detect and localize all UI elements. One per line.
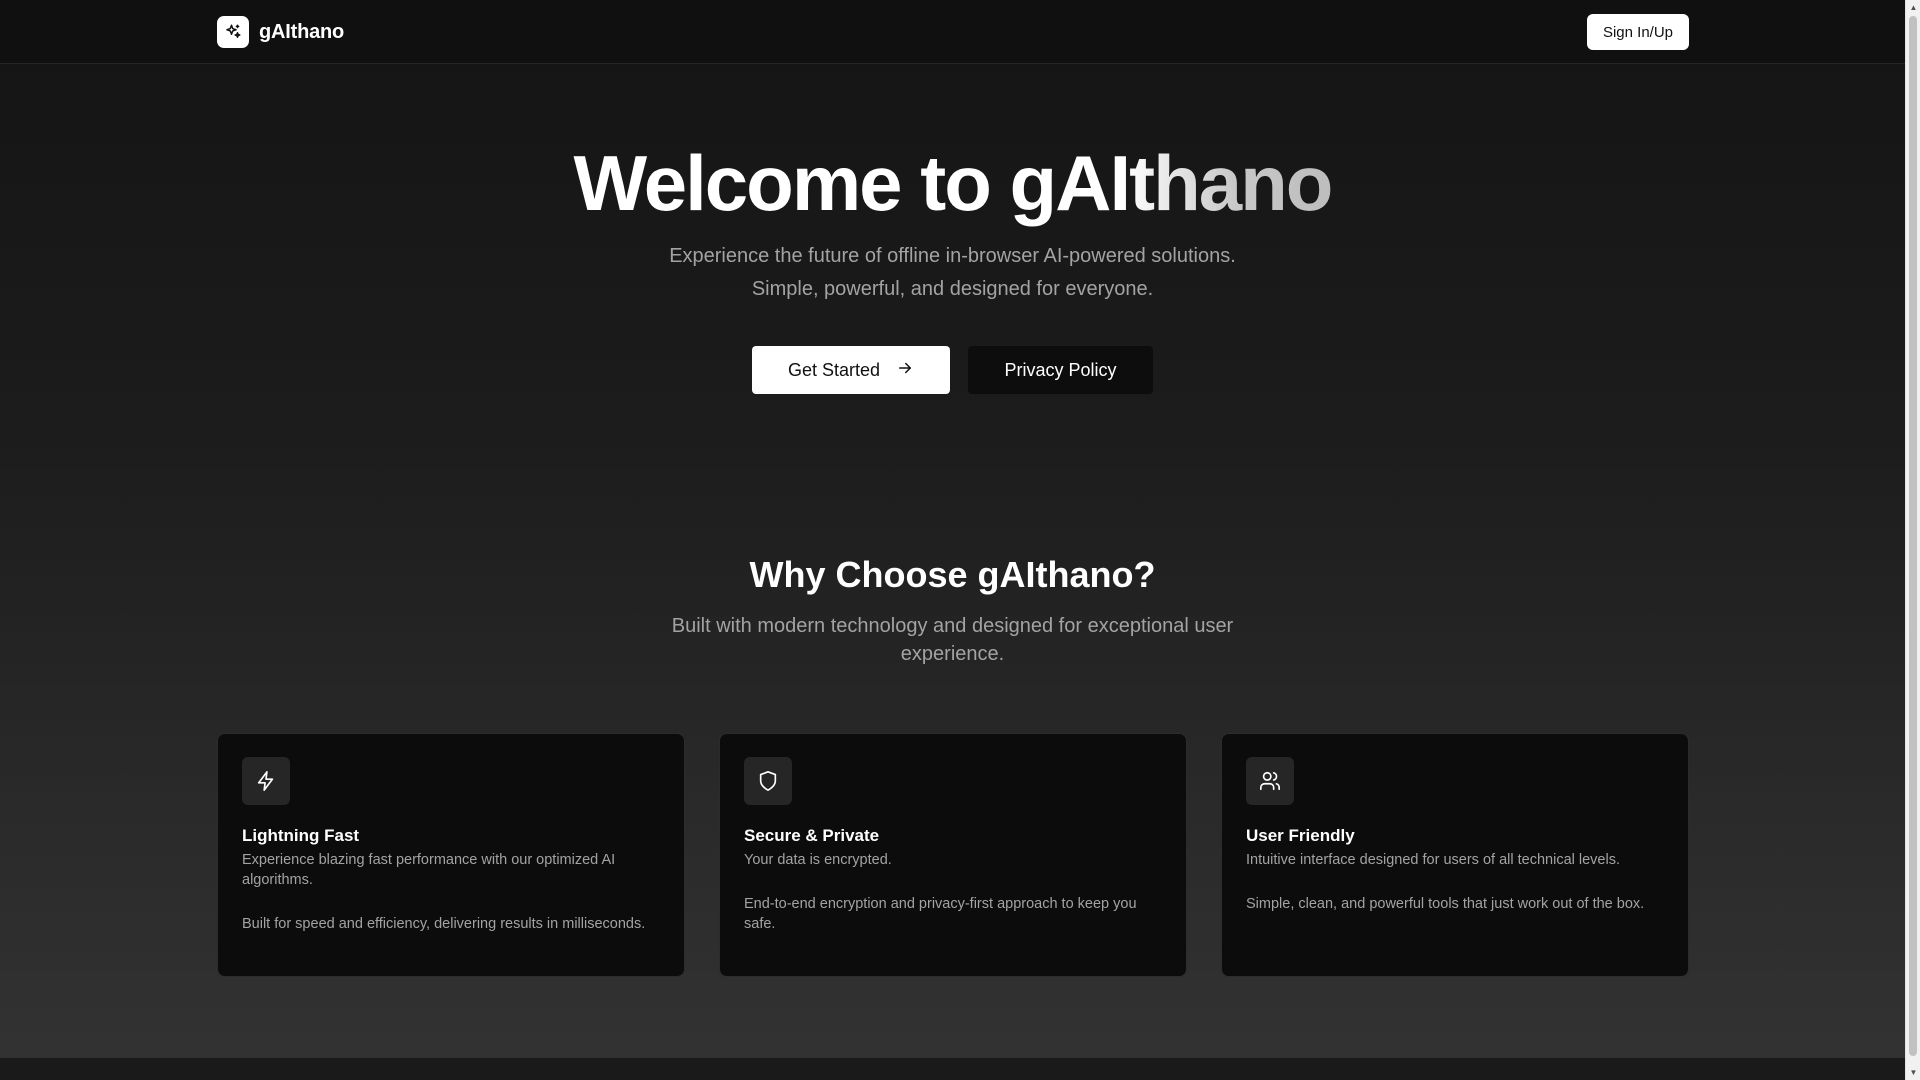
feature-title: Lightning Fast	[242, 826, 360, 845]
get-started-button[interactable]: Get Started	[752, 346, 950, 394]
sparkles-icon	[217, 16, 249, 48]
hero-subtitle: Experience the future of offline in-brow…	[0, 240, 1905, 306]
sign-in-up-button[interactable]: Sign In/Up	[1587, 14, 1689, 50]
feature-detail: Simple, clean, and powerful tools that j…	[1246, 896, 1645, 912]
scrollbar-thumb[interactable]	[1909, 16, 1917, 1056]
get-started-label: Get Started	[787, 359, 881, 380]
users-icon	[1246, 757, 1294, 805]
feature-card-user-friendly: User Friendly Intuitive interface design…	[1221, 733, 1689, 977]
scroll-down-icon[interactable]: ▼	[1906, 1065, 1920, 1080]
shield-icon	[744, 757, 792, 805]
scroll-up-icon[interactable]: ▲	[1906, 0, 1920, 15]
why-subtitle-line-1: Built with modern technology and designe…	[671, 615, 1234, 637]
brand[interactable]: gAIthano	[217, 16, 344, 48]
brand-name: gAIthano	[259, 20, 345, 43]
footer-band	[0, 1058, 1905, 1080]
feature-card-lightning-fast: Lightning Fast Experience blazing fast p…	[217, 733, 685, 977]
arrow-right-icon	[896, 359, 914, 382]
why-subtitle-line-2: experience.	[900, 643, 1005, 665]
feature-description: Experience blazing fast performance with…	[242, 852, 616, 888]
hero-title: Welcome to gAIthano	[0, 138, 1905, 228]
feature-card-secure-private: Secure & Private Your data is encrypted.…	[719, 733, 1187, 977]
why-section-title: Why Choose gAIthano?	[749, 554, 1156, 595]
why-section-subtitle: Built with modern technology and designe…	[0, 612, 1905, 668]
feature-title: Secure & Private	[744, 826, 880, 845]
feature-title: User Friendly	[1246, 826, 1355, 845]
top-navbar: gAIthano Sign In/Up	[0, 0, 1905, 64]
hero-subtitle-line-1: Experience the future of offline in-brow…	[669, 245, 1236, 267]
lightning-icon	[242, 757, 290, 805]
hero-subtitle-line-2: Simple, powerful, and designed for every…	[751, 278, 1154, 300]
hero-title-brand: gAIthano	[1009, 139, 1334, 227]
feature-description: Your data is encrypted.	[744, 852, 892, 868]
feature-detail: Built for speed and efficiency, deliveri…	[242, 916, 646, 932]
feature-cards: Lightning Fast Experience blazing fast p…	[217, 733, 1689, 977]
landing-page: gAIthano Sign In/Up Welcome to gAIthano …	[0, 0, 1905, 1080]
feature-description: Intuitive interface designed for users o…	[1246, 852, 1620, 868]
hero-title-prefix: Welcome to	[573, 139, 1010, 227]
feature-detail: End-to-end encryption and privacy-first …	[744, 896, 1137, 932]
hero-actions: Get Started Privacy Policy	[0, 346, 1905, 394]
privacy-policy-button[interactable]: Privacy Policy	[968, 346, 1153, 394]
page-scrollbar[interactable]: ▲ ▼	[1905, 0, 1920, 1080]
